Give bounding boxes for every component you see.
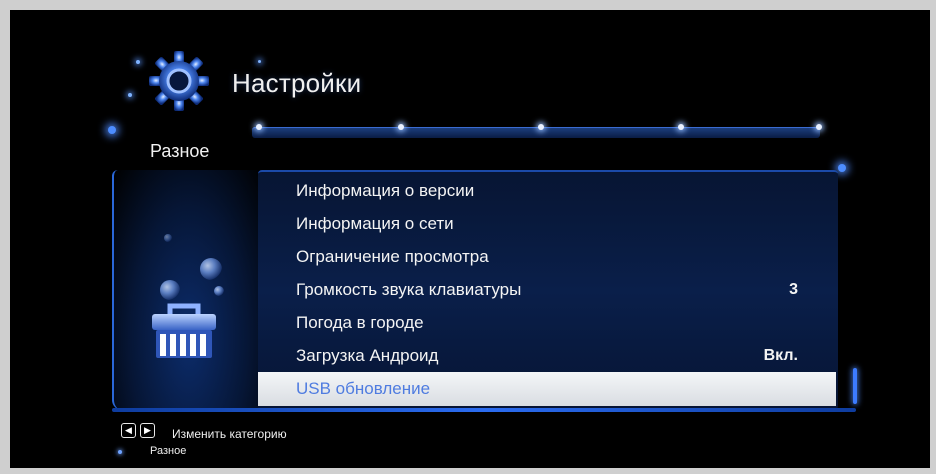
frame-edge [0, 0, 936, 10]
menu-scrollbar[interactable] [853, 368, 857, 404]
category-dot [398, 124, 404, 130]
menu-item-label: Информация о сети [296, 214, 454, 233]
menu-item-value: Вкл. [763, 347, 798, 364]
sparkle [258, 60, 261, 63]
arrow-right-icon[interactable]: ▶ [140, 423, 155, 438]
bubble [214, 286, 224, 296]
menu-item-value: 3 [789, 281, 798, 298]
toolbox-icon [148, 300, 220, 362]
page-title: Настройки [232, 68, 362, 98]
menu-item-usb-update[interactable]: USB обновление [258, 372, 836, 406]
sparkle [136, 60, 140, 64]
panel-bottom-edge [112, 408, 856, 412]
menu-item-label: Информация о версии [296, 181, 475, 200]
menu-item-label: USB обновление [296, 379, 431, 398]
footer-hint: Изменить категорию [172, 427, 287, 441]
footer-current-category: Разное [150, 445, 187, 457]
menu-item-label: Громкость звука клавиатуры [296, 280, 522, 299]
bubble [160, 280, 180, 300]
sparkle [128, 93, 132, 97]
bubble [164, 234, 172, 242]
tv-screen: Настройки Разное Информация о версии Инф… [0, 0, 936, 474]
footer-dot [118, 450, 122, 454]
category-dot [256, 124, 262, 130]
category-bar [252, 127, 820, 138]
arrow-left-icon[interactable]: ◀ [121, 423, 136, 438]
category-dot [538, 124, 544, 130]
menu-item-weather[interactable]: Погода в городе [258, 306, 836, 340]
menu-item-parental-control[interactable]: Ограничение просмотра [258, 240, 836, 274]
glow-dot [838, 164, 846, 172]
menu-item-label: Погода в городе [296, 313, 424, 332]
menu-item-network-info[interactable]: Информация о сети [258, 207, 836, 241]
menu-item-label: Ограничение просмотра [296, 247, 489, 266]
bubble [200, 258, 222, 280]
category-tab-current[interactable]: Разное [150, 141, 209, 162]
menu-item-key-volume[interactable]: Громкость звука клавиатуры 3 [258, 273, 836, 307]
glow-dot [108, 126, 116, 134]
settings-menu: Информация о версии Информация о сети Ог… [258, 170, 838, 410]
menu-item-android-boot[interactable]: Загрузка Андроид Вкл. [258, 339, 836, 373]
menu-item-label: Загрузка Андроид [296, 346, 439, 365]
frame-edge [0, 0, 10, 474]
category-dot [816, 124, 822, 130]
frame-edge [0, 468, 936, 474]
category-dot [678, 124, 684, 130]
menu-item-version-info[interactable]: Информация о версии [258, 174, 836, 208]
frame-edge [930, 0, 936, 474]
category-illustration-panel [112, 170, 264, 410]
gear-icon [146, 48, 212, 114]
